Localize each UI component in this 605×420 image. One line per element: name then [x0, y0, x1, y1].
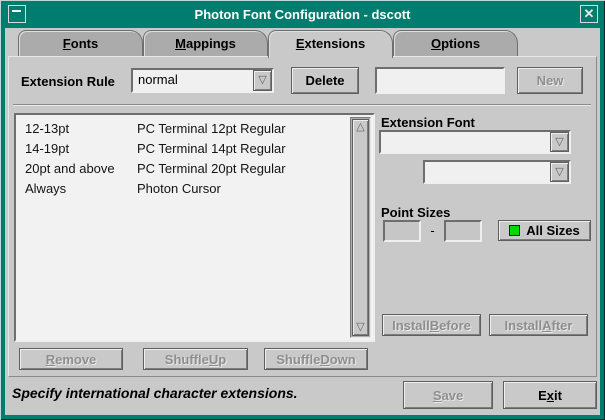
new-button[interactable]: New: [517, 67, 583, 94]
extension-font-label: Extension Font: [381, 115, 475, 130]
chevron-down-icon: ▽: [555, 167, 563, 178]
tab-bar: Fonts Mappings Extensions Options: [18, 30, 518, 57]
titlebar[interactable]: Photon Font Configuration - dscott ✕: [0, 0, 605, 28]
point-sizes-label: Point Sizes: [381, 205, 450, 220]
point-size-range-dash: -: [421, 223, 444, 238]
window-content: Fonts Mappings Extensions Options Extens…: [5, 28, 600, 415]
scroll-down-icon[interactable]: ▽: [356, 322, 364, 333]
shuffle-down-button[interactable]: Shuffle Down: [264, 348, 368, 370]
extensions-panel: Extension Rule normal ▽ Delete New 12-13…: [8, 56, 597, 377]
extension-font-family-dropdown-button[interactable]: ▽: [550, 132, 569, 152]
extension-list-rows: 12-13pt PC Terminal 12pt Regular 14-19pt…: [16, 118, 347, 340]
tab-options[interactable]: Options: [393, 30, 518, 56]
tab-mappings[interactable]: Mappings: [143, 30, 268, 56]
list-item[interactable]: Always Photon Cursor: [25, 178, 347, 198]
shuffle-up-button[interactable]: Shuffle Up: [143, 348, 248, 370]
close-button[interactable]: ✕: [580, 5, 598, 23]
point-sizes-row: - All Sizes: [383, 219, 591, 242]
window-title: Photon Font Configuration - dscott: [195, 7, 411, 22]
chevron-down-icon: ▽: [555, 137, 563, 148]
tab-extensions[interactable]: Extensions: [268, 30, 393, 58]
separator: [13, 104, 591, 106]
scrollbar-thumb[interactable]: △ ▽: [352, 119, 369, 336]
delete-button[interactable]: Delete: [291, 67, 359, 94]
extension-rule-combobox[interactable]: normal ▽: [131, 68, 274, 93]
remove-button[interactable]: Remove: [19, 348, 123, 370]
close-icon: ✕: [584, 6, 595, 21]
tab-fonts[interactable]: Fonts: [18, 30, 143, 56]
all-sizes-led-icon: [509, 225, 520, 236]
window-menu-icon: [12, 10, 21, 12]
extension-font-family-value: [381, 132, 550, 152]
point-size-to-input[interactable]: [444, 220, 482, 242]
install-before-button[interactable]: Install Before: [382, 314, 481, 336]
status-text: Specify international character extensio…: [12, 385, 298, 401]
extension-rule-value: normal: [133, 70, 253, 91]
point-size-from-input[interactable]: [383, 220, 421, 242]
save-button[interactable]: Save: [403, 381, 493, 409]
extension-font-family-combobox[interactable]: ▽: [379, 130, 571, 154]
extension-font-style-dropdown-button[interactable]: ▽: [550, 162, 569, 182]
list-scrollbar[interactable]: △ ▽: [350, 117, 371, 338]
all-sizes-label: All Sizes: [526, 223, 579, 238]
scroll-up-icon[interactable]: △: [356, 122, 364, 133]
exit-button[interactable]: Exit: [503, 381, 597, 409]
extension-font-style-value: [425, 162, 550, 182]
install-after-button[interactable]: Install After: [489, 314, 588, 336]
extension-rule-dropdown-button[interactable]: ▽: [253, 70, 272, 91]
all-sizes-toggle[interactable]: All Sizes: [498, 220, 591, 241]
list-item[interactable]: 14-19pt PC Terminal 14pt Regular: [25, 138, 347, 158]
extension-rule-label: Extension Rule: [21, 74, 115, 89]
list-item[interactable]: 20pt and above PC Terminal 20pt Regular: [25, 158, 347, 178]
extension-font-style-combobox[interactable]: ▽: [423, 160, 571, 184]
extension-list[interactable]: 12-13pt PC Terminal 12pt Regular 14-19pt…: [14, 113, 375, 342]
window-menu-button[interactable]: [8, 5, 26, 23]
list-item[interactable]: 12-13pt PC Terminal 12pt Regular: [25, 118, 347, 138]
new-rule-input[interactable]: [375, 67, 505, 94]
chevron-down-icon: ▽: [258, 75, 266, 86]
photon-font-configuration-window: Photon Font Configuration - dscott ✕ Fon…: [0, 0, 605, 420]
